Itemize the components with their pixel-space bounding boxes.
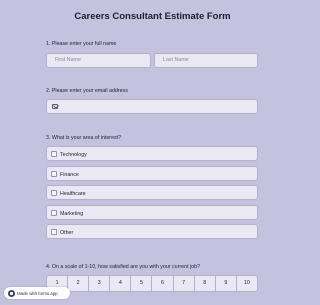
scale-option-6[interactable]: 6: [152, 275, 174, 292]
checkbox[interactable]: [51, 150, 57, 157]
scale-option-8[interactable]: 8: [194, 275, 216, 292]
option-marketing[interactable]: Marketing: [46, 205, 258, 220]
option-label: Finance: [60, 171, 79, 178]
scale-option-10[interactable]: 10: [236, 275, 258, 292]
checkbox[interactable]: [51, 228, 57, 235]
scale-option-7[interactable]: 7: [173, 275, 195, 292]
badge-label: Made with forms.app: [17, 290, 58, 296]
option-healthcare[interactable]: Healthcare: [46, 185, 258, 200]
forms-app-logo-icon: [8, 289, 15, 297]
option-finance[interactable]: Finance: [46, 166, 258, 181]
estimate-form: Careers Consultant Estimate Form 1. Plea…: [0, 0, 305, 305]
scale-option-3[interactable]: 3: [89, 275, 111, 292]
question-4-label: 4. On a scale of 1-10, how satisfied are…: [46, 264, 200, 270]
last-name-input[interactable]: Last Name: [154, 53, 258, 68]
option-label: Healthcare: [60, 190, 86, 197]
first-name-input[interactable]: First Name: [46, 53, 151, 68]
question-1-label: 1. Please enter your full name: [46, 41, 117, 47]
option-technology[interactable]: Technology: [46, 146, 258, 161]
scale-option-9[interactable]: 9: [215, 275, 237, 292]
option-label: Technology: [60, 151, 87, 158]
option-label: Other: [60, 229, 74, 236]
question-3-label: 3. What is your area of interest?: [46, 135, 122, 141]
satisfaction-scale: 1 2 3 4 5 6 7 8 9 10: [46, 275, 258, 292]
option-other[interactable]: Other: [46, 224, 258, 239]
checkbox[interactable]: [51, 209, 57, 216]
checkbox[interactable]: [51, 189, 57, 196]
email-input[interactable]: [46, 99, 258, 114]
scale-option-5[interactable]: 5: [131, 275, 153, 292]
checkbox[interactable]: [51, 170, 57, 177]
email-icon: [52, 104, 58, 109]
form-title: Careers Consultant Estimate Form: [74, 11, 231, 22]
made-with-badge[interactable]: Made with forms.app: [4, 287, 70, 299]
scale-option-2[interactable]: 2: [68, 275, 90, 292]
option-label: Marketing: [60, 210, 84, 217]
scale-option-4[interactable]: 4: [110, 275, 132, 292]
question-2-label: 2. Please enter your email address: [46, 88, 128, 94]
